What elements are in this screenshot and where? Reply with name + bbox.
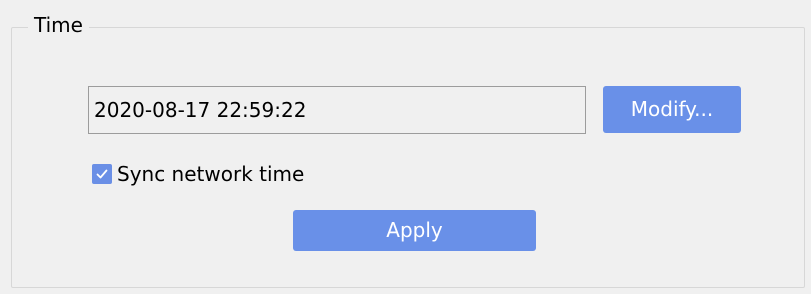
time-group-title: Time <box>28 11 89 39</box>
apply-button[interactable]: Apply <box>293 210 536 251</box>
check-icon <box>96 169 108 179</box>
sync-network-time-checkbox[interactable] <box>92 164 112 184</box>
sync-network-time-label: Sync network time <box>117 162 305 186</box>
modify-button[interactable]: Modify... <box>603 86 741 133</box>
datetime-field[interactable]: 2020-08-17 22:59:22 <box>88 86 586 134</box>
sync-network-time-option[interactable]: Sync network time <box>92 159 304 189</box>
